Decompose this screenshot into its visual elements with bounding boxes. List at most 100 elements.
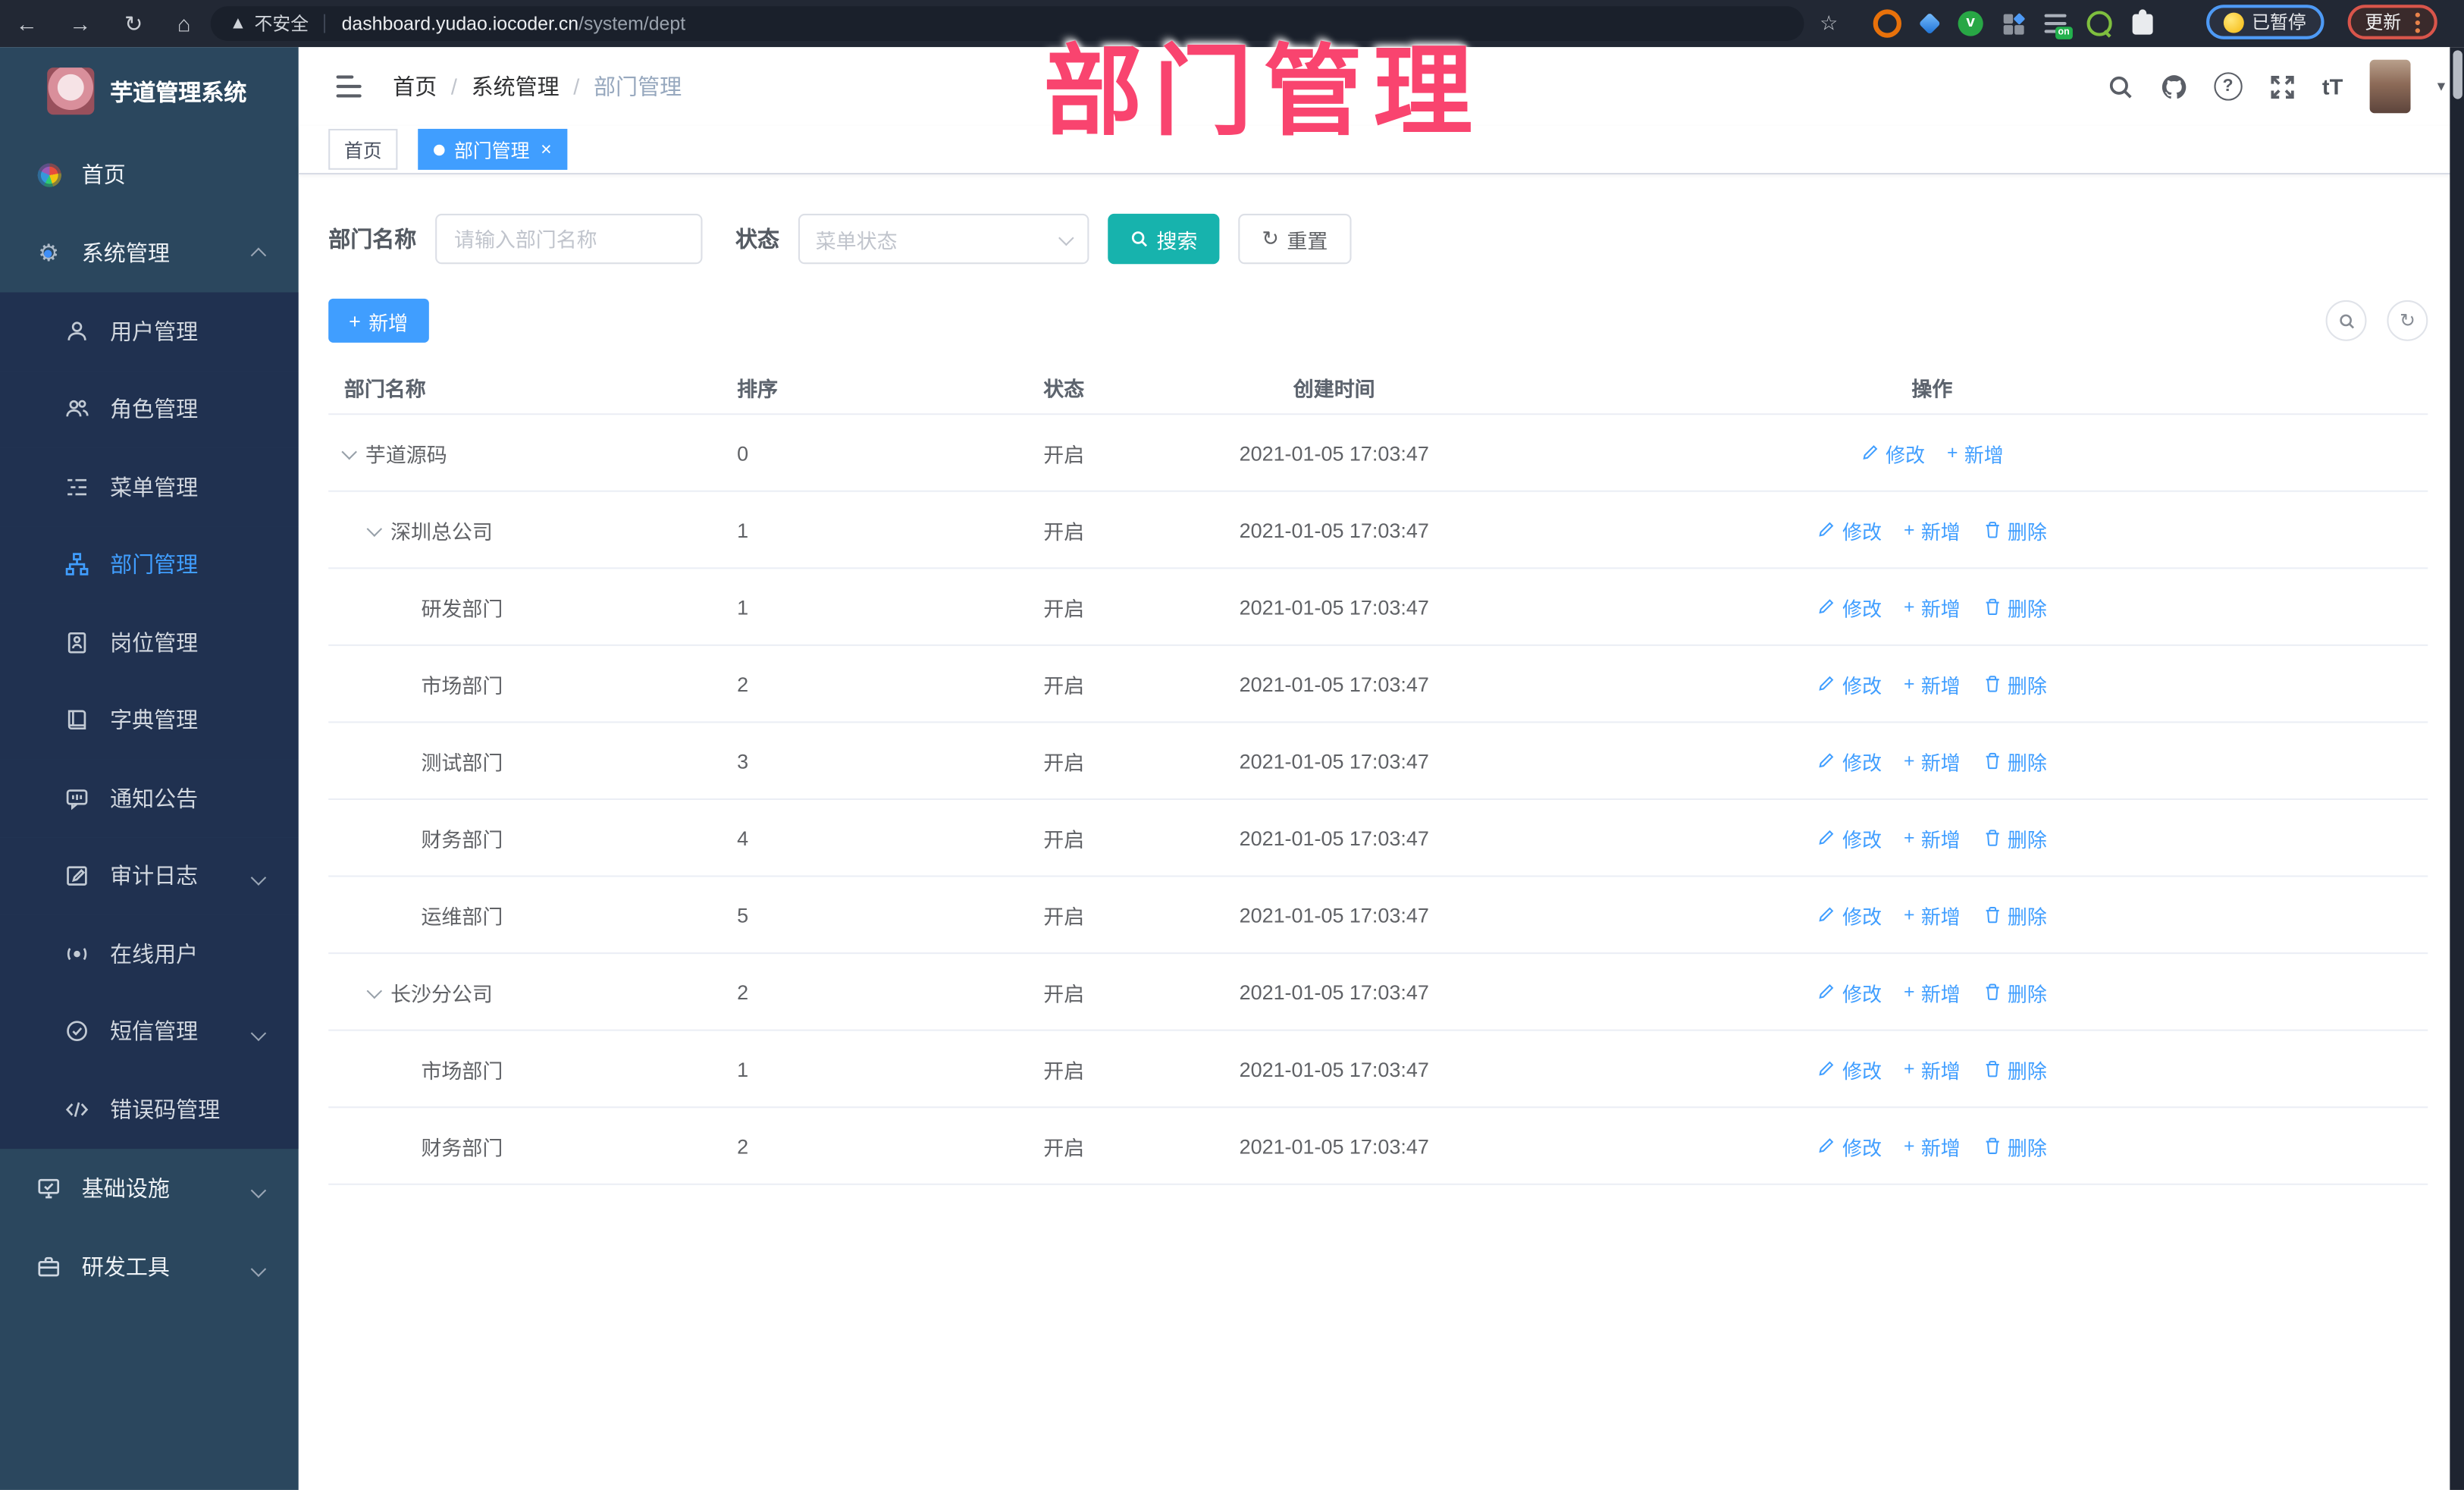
grid-extension-icon[interactable] bbox=[2003, 11, 2026, 34]
tag-home[interactable]: 首页 bbox=[328, 128, 398, 170]
edit-action-link[interactable]: 修改 bbox=[1817, 515, 1882, 544]
expand-arrow-icon[interactable] bbox=[367, 520, 382, 535]
hamburger-icon[interactable] bbox=[336, 75, 362, 98]
sidebar-item[interactable]: ⚙ 系统管理 bbox=[0, 214, 299, 293]
tag-dept-active[interactable]: 部门管理 × bbox=[418, 128, 568, 170]
sidebar-item[interactable]: 首页 bbox=[0, 135, 299, 214]
main-area: 首页 / 系统管理 / 部门管理 ? tT ▾ 首页 部门管理 × 部门名称 请… bbox=[298, 47, 2464, 1490]
list-on-extension-icon[interactable]: on bbox=[2044, 14, 2073, 39]
green-check-extension-icon[interactable]: v bbox=[1958, 11, 1983, 36]
sidebar-item[interactable]: 角色管理 bbox=[0, 370, 299, 448]
add-action-link[interactable]: + 新增 bbox=[1904, 1131, 1961, 1160]
sidebar-item[interactable]: 部门管理 bbox=[0, 525, 299, 604]
add-action-link[interactable]: + 新增 bbox=[1904, 977, 1961, 1006]
edit-action-link[interactable]: 修改 bbox=[1817, 900, 1882, 930]
status-select[interactable]: 菜单状态 bbox=[798, 213, 1089, 265]
delete-action-link[interactable]: 删除 bbox=[1983, 977, 2047, 1006]
reset-button[interactable]: ↻ 重置 bbox=[1238, 213, 1352, 265]
edit-action-link[interactable]: 修改 bbox=[1817, 823, 1882, 852]
font-size-icon[interactable]: tT bbox=[2322, 74, 2343, 99]
paused-profile-badge[interactable]: 已暂停 bbox=[2206, 5, 2324, 39]
expand-arrow-icon[interactable] bbox=[342, 444, 357, 459]
action-label: 删除 bbox=[2007, 905, 2047, 928]
delete-icon bbox=[1983, 1137, 2002, 1156]
close-icon[interactable]: × bbox=[541, 140, 552, 158]
sidebar-item[interactable]: 审计日志 bbox=[0, 836, 299, 915]
add-button[interactable]: + 新增 bbox=[328, 298, 429, 343]
search-button[interactable]: 搜索 bbox=[1108, 213, 1220, 265]
address-bar[interactable]: ▲ 不安全 dashboard.yudao.iocoder.cn /system… bbox=[210, 6, 1804, 41]
sidebar-menu: 首页 ⚙ 系统管理用户管理角色管理菜单管理部门管理岗位管理字典管理通知公告审计日志在… bbox=[0, 135, 299, 1305]
dept-name-input[interactable] bbox=[435, 213, 703, 265]
help-icon[interactable]: ? bbox=[2213, 72, 2243, 101]
action-label: 修改 bbox=[1842, 1060, 1882, 1083]
github-icon[interactable] bbox=[2160, 73, 2187, 99]
back-icon[interactable]: ← bbox=[6, 0, 47, 47]
add-action-link[interactable]: + 新增 bbox=[1947, 438, 2004, 467]
edit-action-link[interactable]: 修改 bbox=[1817, 1054, 1882, 1084]
edit-action-link[interactable]: 修改 bbox=[1817, 977, 1882, 1006]
delete-action-link[interactable]: 删除 bbox=[1983, 900, 2047, 930]
sidebar-item[interactable]: 错误码管理 bbox=[0, 1070, 299, 1149]
sidebar-item[interactable]: 用户管理 bbox=[0, 292, 299, 371]
delete-action-link[interactable]: 删除 bbox=[1983, 745, 2047, 775]
sidebar-item[interactable]: 基础设施 bbox=[0, 1148, 299, 1227]
sidebar-item-label: 岗位管理 bbox=[110, 629, 199, 655]
scrollbar-thumb[interactable] bbox=[2452, 50, 2462, 99]
delete-action-link[interactable]: 删除 bbox=[1983, 1054, 2047, 1084]
sidebar-item[interactable]: 字典管理 bbox=[0, 681, 299, 760]
forward-icon[interactable]: → bbox=[60, 0, 101, 47]
action-label: 新增 bbox=[1920, 983, 1961, 1005]
extensions-puzzle-icon[interactable] bbox=[2132, 8, 2153, 34]
delete-action-link[interactable]: 删除 bbox=[1983, 1131, 2047, 1160]
add-action-link[interactable]: + 新增 bbox=[1904, 745, 1961, 775]
delete-action-link[interactable]: 删除 bbox=[1983, 669, 2047, 698]
toggle-search-button[interactable] bbox=[2325, 300, 2367, 341]
user-avatar[interactable] bbox=[2369, 59, 2411, 114]
row-actions: 修改 + 新增 删除 bbox=[1436, 745, 2428, 775]
filter-form: 部门名称 状态 菜单状态 搜索 ↻ 重置 bbox=[328, 213, 2464, 265]
update-button[interactable]: 更新 bbox=[2347, 5, 2437, 39]
edit-action-link[interactable]: 修改 bbox=[1817, 669, 1882, 698]
sidebar-item-label: 系统管理 bbox=[81, 240, 170, 266]
delete-action-link[interactable]: 删除 bbox=[1983, 591, 2047, 621]
add-action-link[interactable]: + 新增 bbox=[1904, 823, 1961, 852]
add-action-link[interactable]: + 新增 bbox=[1904, 515, 1961, 544]
sidebar-item[interactable]: 通知公告 bbox=[0, 759, 299, 837]
chevron-down-icon[interactable]: ▾ bbox=[2437, 78, 2445, 96]
edit-action-link[interactable]: 修改 bbox=[1817, 1131, 1882, 1160]
sidebar-item[interactable]: 菜单管理 bbox=[0, 447, 299, 526]
kebab-menu-icon[interactable] bbox=[2415, 11, 2420, 33]
sidebar-item-label: 审计日志 bbox=[110, 863, 199, 889]
orange-ring-extension-icon[interactable] bbox=[1873, 9, 1901, 38]
expand-arrow-icon[interactable] bbox=[367, 983, 382, 998]
add-action-link[interactable]: + 新增 bbox=[1904, 591, 1961, 621]
search-icon[interactable] bbox=[2107, 73, 2133, 99]
breadcrumb-system[interactable]: 系统管理 bbox=[472, 71, 560, 102]
action-label: 新增 bbox=[1920, 751, 1961, 774]
page-scrollbar[interactable] bbox=[2450, 47, 2464, 1490]
refresh-table-button[interactable]: ↻ bbox=[2387, 300, 2428, 341]
bookmark-star-icon[interactable]: ☆ bbox=[1820, 0, 1838, 47]
delete-action-link[interactable]: 删除 bbox=[1983, 515, 2047, 544]
home-icon[interactable]: ⌂ bbox=[164, 0, 205, 47]
sidebar-item[interactable]: 在线用户 bbox=[0, 914, 299, 993]
add-action-link[interactable]: + 新增 bbox=[1904, 1054, 1961, 1084]
blue-gem-extension-icon[interactable] bbox=[1918, 12, 1941, 35]
add-action-link[interactable]: + 新增 bbox=[1904, 669, 1961, 698]
sidebar-item[interactable]: 岗位管理 bbox=[0, 603, 299, 682]
sidebar-item[interactable]: 研发工具 bbox=[0, 1227, 299, 1306]
green-search-extension-icon[interactable] bbox=[2086, 11, 2112, 36]
delete-action-link[interactable]: 删除 bbox=[1983, 823, 2047, 852]
sidebar-item[interactable]: 短信管理 bbox=[0, 992, 299, 1071]
sidebar-item-label: 通知公告 bbox=[110, 785, 199, 811]
fullscreen-icon[interactable] bbox=[2268, 73, 2295, 99]
edit-action-link[interactable]: 修改 bbox=[1817, 591, 1882, 621]
action-label: 新增 bbox=[1964, 444, 2004, 466]
add-action-link[interactable]: + 新增 bbox=[1904, 900, 1961, 930]
reload-icon[interactable]: ↻ bbox=[113, 0, 154, 47]
breadcrumb-home[interactable]: 首页 bbox=[393, 71, 437, 102]
edit-action-link[interactable]: 修改 bbox=[1817, 745, 1882, 775]
edit-action-link[interactable]: 修改 bbox=[1861, 438, 1925, 467]
app-logo-row[interactable]: 芋道管理系统 bbox=[0, 47, 299, 135]
